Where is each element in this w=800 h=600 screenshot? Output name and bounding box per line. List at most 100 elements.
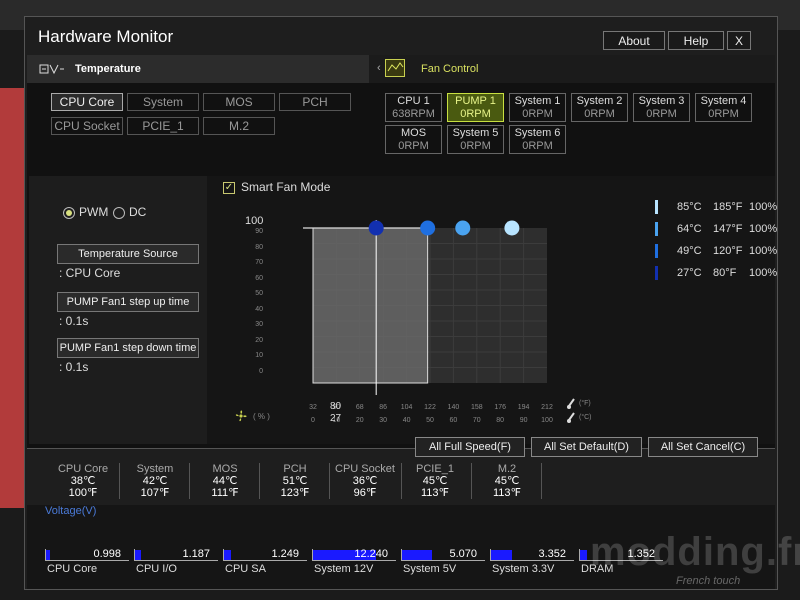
sensor-celsius: 42℃ — [142, 475, 168, 487]
pwm-radio[interactable] — [63, 207, 75, 219]
fan-control-label: Fan Control — [421, 63, 479, 75]
x-tick-celsius: 70 — [472, 417, 481, 424]
temp-source-pcie-1[interactable]: PCIE_1 — [127, 117, 199, 135]
fan-rpm: 0RPM — [708, 108, 739, 120]
legend-percent: 100% — [749, 245, 778, 257]
temperature-source-button[interactable]: Temperature Source — [57, 244, 199, 264]
y-tick-label: 0 — [259, 367, 263, 375]
step-up-time-button[interactable]: PUMP Fan1 step up time — [57, 292, 199, 312]
hardware-monitor-window: Hardware Monitor About Help X Temperatur… — [24, 16, 778, 590]
cursor-fahrenheit: 80 — [330, 401, 342, 412]
voltage-meter-fill — [402, 550, 432, 560]
voltage-name: System 5V — [403, 563, 457, 575]
y-axis-top-label: 100 — [245, 215, 264, 227]
y-tick-label: 60 — [255, 274, 263, 282]
sensor-fahrenheit: 96℉ — [353, 487, 377, 499]
sensor-name: System — [136, 463, 174, 475]
x-tick-fahrenheit: 176 — [494, 404, 507, 411]
all-set-default-button[interactable]: All Set Default(D) — [531, 437, 642, 457]
fan-rpm: 0RPM — [398, 140, 429, 152]
celsius-thermometer-icon[interactable] — [566, 412, 578, 424]
x-tick-celsius: 90 — [519, 417, 528, 424]
voltage-name: CPU SA — [225, 563, 266, 575]
sensor-celsius: 45℃ — [422, 475, 448, 487]
fan-monitor-panel: Temperature ‹ Fan Control CPU Core Syste… — [27, 55, 778, 449]
sensor-fahrenheit: 111℉ — [211, 487, 239, 499]
x-tick-fahrenheit: 86 — [379, 404, 388, 411]
fan-name: System 6 — [514, 127, 561, 139]
about-button[interactable]: About — [603, 31, 665, 50]
fan-system-2[interactable]: System 2 0RPM — [571, 93, 628, 122]
legend-percent: 100% — [749, 223, 778, 235]
temperature-header: Temperature — [27, 55, 369, 83]
temp-source-mos[interactable]: MOS — [203, 93, 275, 111]
legend-percent: 100% — [749, 267, 778, 279]
sensor-pch: PCH 51℃ 123℉ — [265, 463, 325, 499]
voltage-value: 1.249 — [271, 548, 299, 560]
x-tick-fahrenheit: 140 — [447, 404, 460, 411]
sensor-divider — [541, 463, 542, 499]
voltage-name: CPU Core — [47, 563, 98, 575]
step-down-time-button[interactable]: PUMP Fan1 step down time — [57, 338, 199, 358]
sensor-fahrenheit: 113℉ — [420, 487, 449, 499]
fan-name: System 2 — [576, 95, 623, 107]
sensor-divider — [401, 463, 402, 499]
fan-icon — [235, 410, 247, 422]
sensor-name: PCIE_1 — [416, 463, 454, 475]
legend-color-bar-1 — [655, 200, 658, 214]
fan-system-6[interactable]: System 6 0RPM — [509, 125, 566, 154]
temperature-label: Temperature — [75, 63, 141, 75]
sensor-fahrenheit: 107℉ — [140, 487, 170, 499]
fan-settings-panel: PWM DC Temperature Source : CPU Core PUM… — [29, 176, 207, 444]
y-tick-label: 40 — [255, 305, 263, 313]
x-tick-fahrenheit: 158 — [470, 404, 483, 411]
close-button[interactable]: X — [727, 31, 751, 50]
help-button[interactable]: Help — [668, 31, 724, 50]
voltage-value: 1.187 — [182, 548, 210, 560]
voltage-meter-fill — [46, 550, 50, 560]
fan-mos[interactable]: MOS 0RPM — [385, 125, 442, 154]
fan-system-4[interactable]: System 4 0RPM — [695, 93, 752, 122]
y-tick-label: 20 — [255, 336, 263, 344]
x-tick-celsius: 80 — [496, 417, 505, 424]
voltage-name: CPU I/O — [136, 563, 177, 575]
sensor-celsius: 44℃ — [212, 475, 238, 487]
sensor-mos: MOS 44℃ 111℉ — [195, 463, 255, 499]
fan-system-3[interactable]: System 3 0RPM — [633, 93, 690, 122]
fan-curve-panel: ✓ Smart Fan Mode 100 90 80 70 60 50 40 30 20 10 0… — [207, 176, 778, 444]
percent-label: ( % ) — [253, 412, 270, 421]
fan-system-1[interactable]: System 1 0RPM — [509, 93, 566, 122]
temp-source-m2[interactable]: M.2 — [203, 117, 275, 135]
dc-radio[interactable] — [113, 207, 125, 219]
x-tick-fahrenheit: 68 — [355, 404, 364, 411]
fan-pump-1[interactable]: PUMP 1 0RPM — [447, 93, 504, 122]
chevron-left-icon: ‹ — [377, 62, 381, 74]
legend-celsius: 49°C — [677, 245, 702, 257]
all-full-speed-button[interactable]: All Full Speed(F) — [415, 437, 525, 457]
sensor-celsius: 38℃ — [70, 475, 96, 487]
fahrenheit-thermometer-icon[interactable] — [566, 398, 578, 410]
fan-system-5[interactable]: System 5 0RPM — [447, 125, 504, 154]
fan-name: MOS — [400, 127, 427, 139]
pwm-label: PWM — [79, 205, 109, 219]
legend-celsius: 27°C — [677, 267, 702, 279]
sensor-pcie-1: PCIE_1 45℃ 113℉ — [405, 463, 465, 499]
fan-cpu-1[interactable]: CPU 1 638RPM — [385, 93, 442, 122]
all-set-cancel-button[interactable]: All Set Cancel(C) — [648, 437, 758, 457]
sensor-celsius: 51℃ — [282, 475, 308, 487]
x-tick-fahrenheit: 194 — [517, 404, 530, 411]
temp-source-system[interactable]: System — [127, 93, 199, 111]
sensor-fahrenheit: 113℉ — [492, 487, 521, 499]
sensor-name: CPU Socket — [335, 463, 395, 475]
step-down-time-value: : 0.1s — [59, 360, 89, 374]
temp-source-pch[interactable]: PCH — [279, 93, 351, 111]
fan-name: System 4 — [700, 95, 747, 107]
fan-rpm: 0RPM — [522, 140, 553, 152]
temp-source-cpu-socket[interactable]: CPU Socket — [51, 117, 123, 135]
sensor-m2: M.2 45℃ 113℉ — [477, 463, 537, 499]
fan-control-header[interactable]: ‹ Fan Control — [369, 55, 775, 83]
temperature-icon — [39, 64, 64, 75]
fan-name: CPU 1 — [397, 95, 430, 107]
sensor-name: PCH — [283, 463, 307, 475]
temp-source-cpu-core[interactable]: CPU Core — [51, 93, 123, 111]
